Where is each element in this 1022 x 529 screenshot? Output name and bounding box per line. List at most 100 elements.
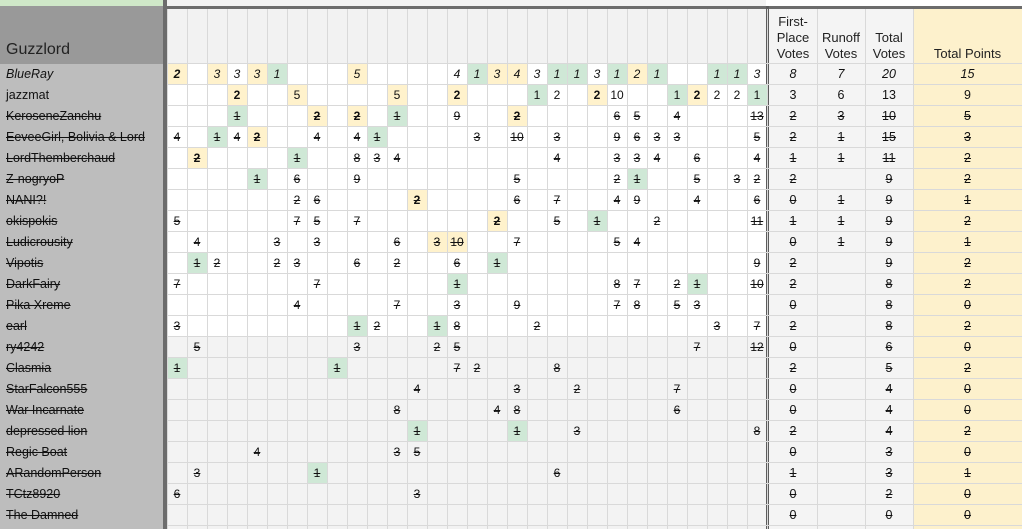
first-place-votes-cell[interactable]: 0 bbox=[769, 190, 817, 211]
total-votes-cell[interactable]: 9 bbox=[865, 190, 913, 211]
vote-cell[interactable]: 11 bbox=[747, 211, 767, 232]
vote-cell[interactable]: 12 bbox=[747, 337, 767, 358]
vote-cell[interactable]: 2 bbox=[267, 253, 287, 274]
runoff-votes-cell[interactable]: 1 bbox=[817, 211, 865, 232]
vote-cell[interactable]: 9 bbox=[747, 253, 767, 274]
runoff-votes-cell[interactable] bbox=[817, 379, 865, 400]
vote-cell[interactable]: 2 bbox=[427, 337, 447, 358]
vote-cell[interactable]: 3 bbox=[447, 295, 467, 316]
vote-cell[interactable]: 1 bbox=[547, 64, 567, 85]
total-votes-cell[interactable]: 9 bbox=[865, 169, 913, 190]
first-place-votes-cell[interactable]: 0 bbox=[769, 442, 817, 463]
first-place-votes-cell[interactable]: 3 bbox=[769, 85, 817, 106]
vote-cell[interactable]: 1 bbox=[447, 274, 467, 295]
first-place-votes-cell[interactable]: 8 bbox=[769, 64, 817, 85]
vote-cell[interactable]: 5 bbox=[447, 337, 467, 358]
total-votes-cell[interactable]: 15 bbox=[865, 127, 913, 148]
total-votes-cell[interactable]: 4 bbox=[865, 379, 913, 400]
vote-cell[interactable]: 9 bbox=[627, 190, 647, 211]
runoff-votes-cell[interactable] bbox=[817, 421, 865, 442]
first-place-votes-cell[interactable]: 0 bbox=[769, 295, 817, 316]
vote-cell[interactable]: 3 bbox=[607, 148, 627, 169]
total-votes-cell[interactable]: 5 bbox=[865, 358, 913, 379]
vote-cell[interactable]: 3 bbox=[487, 64, 507, 85]
vote-cell[interactable]: 8 bbox=[507, 400, 527, 421]
runoff-votes-cell[interactable]: 1 bbox=[817, 190, 865, 211]
voter-name[interactable]: TCtz8920 bbox=[0, 484, 163, 505]
vote-cell[interactable]: 3 bbox=[647, 127, 667, 148]
vote-cell[interactable]: 2 bbox=[507, 106, 527, 127]
vote-cell[interactable]: 4 bbox=[627, 232, 647, 253]
vote-cell[interactable]: 7 bbox=[307, 274, 327, 295]
first-place-votes-cell[interactable]: 1 bbox=[769, 463, 817, 484]
voter-name[interactable]: jazzmat bbox=[0, 85, 163, 106]
vote-cell[interactable]: 3 bbox=[307, 232, 327, 253]
vote-cell[interactable]: 3 bbox=[187, 463, 207, 484]
vote-cell[interactable]: 4 bbox=[607, 190, 627, 211]
voter-name[interactable]: Regic Boat bbox=[0, 442, 163, 463]
vote-cell[interactable]: 3 bbox=[247, 64, 267, 85]
vote-cell[interactable]: 2 bbox=[547, 85, 567, 106]
vote-cell[interactable]: 5 bbox=[547, 211, 567, 232]
voter-name[interactable]: EeveeGirl, Bolivia & Lord bbox=[0, 127, 163, 148]
first-place-votes-cell[interactable]: 0 bbox=[769, 232, 817, 253]
total-points-cell[interactable]: 2 bbox=[913, 211, 1022, 232]
vote-cell[interactable]: 7 bbox=[747, 316, 767, 337]
vote-cell[interactable]: 7 bbox=[287, 211, 307, 232]
vote-cell[interactable]: 7 bbox=[387, 295, 407, 316]
vote-cell[interactable]: 10 bbox=[447, 232, 467, 253]
vote-cell[interactable]: 3 bbox=[687, 295, 707, 316]
total-points-cell[interactable]: 1 bbox=[913, 463, 1022, 484]
total-votes-cell[interactable]: 2 bbox=[865, 484, 913, 505]
vote-cell[interactable]: 7 bbox=[547, 190, 567, 211]
vote-cell[interactable]: 1 bbox=[467, 64, 487, 85]
first-place-votes-cell[interactable]: 0 bbox=[769, 505, 817, 526]
vote-cell[interactable]: 2 bbox=[747, 169, 767, 190]
vote-cell[interactable]: 9 bbox=[507, 295, 527, 316]
vote-cell[interactable]: 1 bbox=[307, 463, 327, 484]
vote-cell[interactable]: 10 bbox=[507, 127, 527, 148]
vote-cell[interactable]: 1 bbox=[367, 127, 387, 148]
vote-cell[interactable]: 4 bbox=[547, 148, 567, 169]
vote-cell[interactable]: 3 bbox=[227, 64, 247, 85]
first-place-votes-cell[interactable]: 2 bbox=[769, 316, 817, 337]
total-points-cell[interactable]: 1 bbox=[913, 190, 1022, 211]
vote-cell[interactable]: 10 bbox=[607, 85, 627, 106]
vote-cell[interactable]: 5 bbox=[307, 211, 327, 232]
vote-cell[interactable]: 6 bbox=[687, 148, 707, 169]
total-votes-cell[interactable]: 4 bbox=[865, 400, 913, 421]
first-place-votes-cell[interactable]: 1 bbox=[769, 211, 817, 232]
voter-name[interactable]: Clasmia bbox=[0, 358, 163, 379]
vote-cell[interactable]: 1 bbox=[187, 253, 207, 274]
runoff-votes-cell[interactable]: 6 bbox=[817, 85, 865, 106]
vote-cell[interactable]: 5 bbox=[387, 85, 407, 106]
vote-cell[interactable]: 2 bbox=[247, 127, 267, 148]
total-points-cell[interactable]: 0 bbox=[913, 337, 1022, 358]
vote-cell[interactable]: 3 bbox=[347, 337, 367, 358]
vote-cell[interactable]: 7 bbox=[447, 358, 467, 379]
vote-cell[interactable]: 7 bbox=[347, 211, 367, 232]
first-place-votes-cell[interactable]: 2 bbox=[769, 358, 817, 379]
runoff-votes-cell[interactable] bbox=[817, 400, 865, 421]
vote-cell[interactable]: 4 bbox=[287, 295, 307, 316]
vote-cell[interactable]: 4 bbox=[167, 127, 187, 148]
total-points-cell[interactable]: 2 bbox=[913, 148, 1022, 169]
vote-cell[interactable]: 2 bbox=[467, 358, 487, 379]
vote-cell[interactable]: 9 bbox=[347, 169, 367, 190]
runoff-votes-cell[interactable] bbox=[817, 169, 865, 190]
vote-cell[interactable]: 1 bbox=[407, 421, 427, 442]
vote-cell[interactable]: 3 bbox=[507, 379, 527, 400]
vote-cell[interactable]: 3 bbox=[747, 64, 767, 85]
vote-cell[interactable]: 4 bbox=[687, 190, 707, 211]
vote-cell[interactable]: 7 bbox=[167, 274, 187, 295]
vote-cell[interactable]: 1 bbox=[687, 274, 707, 295]
total-votes-cell[interactable]: 8 bbox=[865, 274, 913, 295]
vote-cell[interactable]: 3 bbox=[667, 127, 687, 148]
vote-cell[interactable]: 2 bbox=[607, 169, 627, 190]
vote-cell[interactable]: 2 bbox=[387, 253, 407, 274]
total-points-cell[interactable]: 15 bbox=[913, 64, 1022, 85]
vote-cell[interactable]: 2 bbox=[667, 274, 687, 295]
vote-cell[interactable]: 4 bbox=[387, 148, 407, 169]
vote-cell[interactable]: 4 bbox=[507, 64, 527, 85]
vote-cell[interactable]: 1 bbox=[707, 64, 727, 85]
